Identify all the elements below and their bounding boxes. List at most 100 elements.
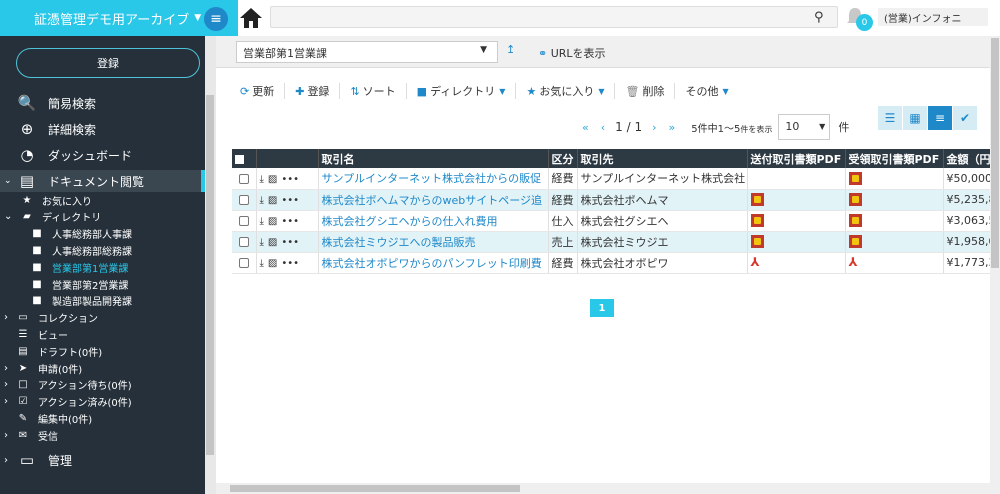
- more-icon[interactable]: •••: [281, 174, 299, 185]
- register-button[interactable]: 登録: [16, 48, 200, 78]
- show-url-link[interactable]: ⚭ URLを表示: [538, 45, 606, 61]
- table-row[interactable]: ⤓ ▨ ••• 株式会社ボヘムマからのwebサイトページ追 経費 株式会社ボヘムマ ¥5,2…: [232, 189, 991, 211]
- header-name[interactable]: 取引名: [318, 149, 549, 168]
- image-icon[interactable]: ▨: [268, 174, 277, 185]
- cell-name[interactable]: 株式会社グシエヘからの仕入れ費用: [318, 210, 549, 232]
- image-icon[interactable]: ▨: [268, 258, 277, 269]
- download-icon[interactable]: ⤓: [260, 237, 264, 248]
- document-link[interactable]: 株式会社オボピワからのパンフレット印刷費: [322, 257, 542, 270]
- pdf-file-icon[interactable]: [750, 235, 764, 249]
- refresh-button[interactable]: ⟳ 更新: [230, 83, 286, 99]
- tree-item-9[interactable]: ☰ ビュー: [0, 326, 205, 342]
- prev-page-icon[interactable]: ‹: [601, 121, 605, 134]
- search-icon[interactable]: ⚲: [814, 10, 824, 25]
- select-all-checkbox[interactable]: [232, 149, 257, 168]
- grid-view-button[interactable]: ▦: [903, 106, 927, 130]
- document-link[interactable]: 株式会社グシエヘからの仕入れ費用: [322, 215, 498, 228]
- pdf-file-icon[interactable]: [848, 172, 862, 185]
- pdf-file-icon[interactable]: [848, 235, 862, 249]
- image-icon[interactable]: ▨: [268, 216, 277, 227]
- table-row[interactable]: ⤓ ▨ ••• 株式会社ミウジエへの製品販売 売上株式会社ミウジエ ¥1,958,0: [232, 231, 991, 253]
- row-checkbox[interactable]: [232, 252, 257, 274]
- folder-select[interactable]: 営業部第1営業課 ▼: [236, 41, 498, 63]
- pdf-file-icon[interactable]: [848, 193, 862, 207]
- header-kubun[interactable]: 区分: [548, 149, 578, 168]
- user-menu[interactable]: (営業)インフォニ: [878, 8, 988, 26]
- tree-item-6[interactable]: ■ 営業部第2営業課: [0, 276, 205, 292]
- sort-button[interactable]: ⇅ ソート: [340, 83, 407, 99]
- pdf-file-icon[interactable]: [848, 214, 862, 228]
- tree-item-13[interactable]: › ☑ アクション済み(0件): [0, 394, 205, 410]
- pdf-file-icon[interactable]: [750, 193, 764, 207]
- delete-button[interactable]: 🗑 削除: [615, 83, 676, 99]
- tree-item-2[interactable]: ⌄ ▰ ディレクトリ: [0, 209, 205, 225]
- header-send-pdf[interactable]: 送付取引書類PDF: [747, 149, 846, 168]
- cell-name[interactable]: 株式会社オボピワからのパンフレット印刷費: [318, 252, 549, 274]
- sidebar-item-2[interactable]: ⊕ 詳細検索: [0, 118, 205, 140]
- page-1-button[interactable]: 1: [590, 299, 614, 317]
- header-partner[interactable]: 取引先: [577, 149, 748, 168]
- up-level-icon[interactable]: ↥: [506, 43, 515, 56]
- document-link[interactable]: 株式会社ボヘムマからのwebサイトページ追: [322, 194, 543, 207]
- cell-name[interactable]: 株式会社ミウジエへの製品販売: [318, 231, 549, 253]
- more-icon[interactable]: •••: [281, 195, 299, 206]
- first-page-icon[interactable]: «: [582, 121, 589, 134]
- favorite-button[interactable]: ★ お気に入り ▼: [516, 83, 616, 99]
- row-checkbox[interactable]: [232, 231, 257, 253]
- image-icon[interactable]: ▨: [268, 237, 277, 248]
- table-view-button[interactable]: ≡: [928, 106, 952, 130]
- cell-name[interactable]: サンプルインターネット株式会社からの販促: [318, 168, 549, 190]
- horizontal-scroll-thumb[interactable]: [230, 485, 520, 492]
- row-checkbox[interactable]: [232, 189, 257, 211]
- search-input[interactable]: [270, 6, 838, 28]
- register-doc-button[interactable]: ✚ 登録: [285, 83, 341, 99]
- download-icon[interactable]: ⤓: [260, 216, 264, 227]
- table-row[interactable]: ⤓ ▨ ••• サンプルインターネット株式会社からの販促 経費 サンプルインターネット株式…: [232, 168, 991, 190]
- tree-item-11[interactable]: › ➤ 申請(0件): [0, 360, 205, 376]
- other-button[interactable]: その他 ▼: [675, 83, 738, 99]
- adobe-pdf-icon[interactable]: ⅄: [751, 256, 764, 269]
- directory-button[interactable]: ■ ディレクトリ ▼: [407, 83, 517, 99]
- check-view-button[interactable]: ✔: [953, 106, 977, 130]
- table-row[interactable]: ⤓ ▨ ••• 株式会社グシエヘからの仕入れ費用 仕入株式会社グシエヘ ¥3,063,5: [232, 210, 991, 232]
- tree-item-5[interactable]: ■ 営業部第1営業課: [0, 259, 205, 275]
- download-icon[interactable]: ⤓: [260, 258, 264, 269]
- sidebar-scroll-thumb[interactable]: [206, 95, 214, 455]
- header-amount[interactable]: 金額（円: [943, 149, 991, 168]
- tree-item-4[interactable]: ■ 人事総務部総務課: [0, 242, 205, 258]
- app-title-bar[interactable]: 証憑管理デモ用アーカイブ ▼: [0, 0, 238, 36]
- header-recv-pdf[interactable]: 受領取引書類PDF: [845, 149, 944, 168]
- more-icon[interactable]: •••: [281, 258, 299, 269]
- menu-toggle-button[interactable]: ≡: [204, 7, 228, 31]
- tree-item-15[interactable]: › ✉ 受信: [0, 427, 205, 443]
- sidebar-item-admin[interactable]: › ▭ 管理: [0, 449, 205, 471]
- document-link[interactable]: サンプルインターネット株式会社からの販促: [322, 172, 542, 185]
- document-link[interactable]: 株式会社ミウジエへの製品販売: [322, 236, 476, 249]
- row-checkbox[interactable]: [232, 168, 257, 190]
- row-checkbox[interactable]: [232, 210, 257, 232]
- more-icon[interactable]: •••: [281, 216, 299, 227]
- list-view-button[interactable]: ☰: [878, 106, 902, 130]
- vertical-scroll-thumb[interactable]: [991, 38, 999, 268]
- adobe-pdf-icon[interactable]: ⅄: [849, 256, 862, 269]
- tree-item-8[interactable]: › ▭ コレクション: [0, 310, 205, 326]
- sidebar-item-1[interactable]: 🔍 簡易検索: [0, 92, 205, 114]
- tree-item-10[interactable]: ▤ ドラフト(0件): [0, 343, 205, 359]
- sidebar-item-3[interactable]: ◔ ダッシュボード: [0, 144, 205, 166]
- sidebar-item-4[interactable]: ⌄ ▤ ドキュメント閲覧: [0, 170, 205, 192]
- last-page-icon[interactable]: »: [669, 121, 676, 134]
- image-icon[interactable]: ▨: [268, 195, 277, 206]
- tree-item-14[interactable]: ✎ 編集中(0件): [0, 410, 205, 426]
- cell-name[interactable]: 株式会社ボヘムマからのwebサイトページ追: [318, 189, 549, 211]
- more-icon[interactable]: •••: [281, 237, 299, 248]
- download-icon[interactable]: ⤓: [260, 174, 264, 185]
- next-page-icon[interactable]: ›: [652, 121, 656, 134]
- home-icon[interactable]: [238, 6, 264, 30]
- tree-item-12[interactable]: › □ アクション待ち(0件): [0, 377, 205, 393]
- pdf-file-icon[interactable]: [750, 214, 764, 228]
- tree-item-1[interactable]: ★ お気に入り: [0, 192, 205, 208]
- download-icon[interactable]: ⤓: [260, 195, 264, 206]
- tree-item-7[interactable]: ■ 製造部製品開発課: [0, 293, 205, 309]
- per-page-select[interactable]: 10 ▼: [778, 114, 831, 140]
- tree-item-3[interactable]: ■ 人事総務部人事課: [0, 226, 205, 242]
